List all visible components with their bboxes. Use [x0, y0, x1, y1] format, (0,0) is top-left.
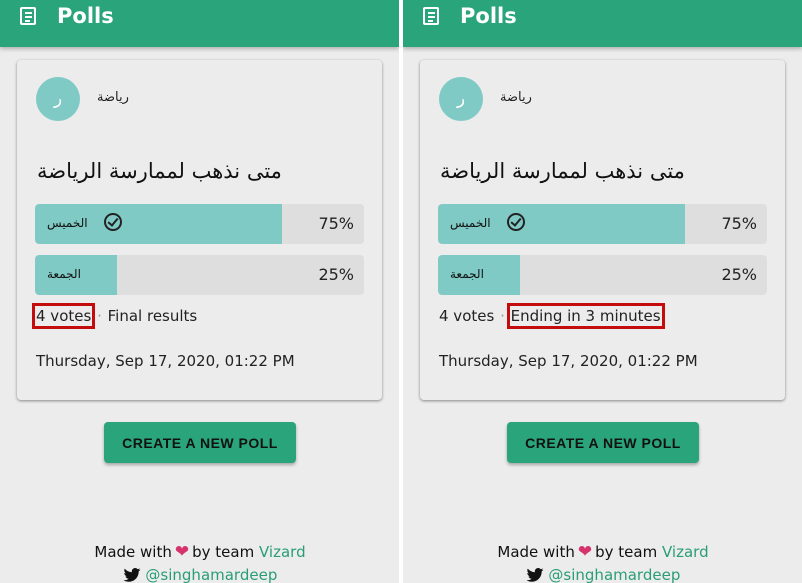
poll-timestamp: Thursday, Sep 17, 2020, 01:22 PM [439, 352, 698, 370]
poll-option-label: الجمعة [47, 267, 81, 281]
vote-count: 4 votes [439, 307, 495, 325]
avatar: ر [36, 77, 80, 121]
twitter-line: @singhamardeep [0, 566, 399, 583]
poll-screen-left: Polls ر رياضة متى نذهب لممارسة الرياضة ا… [0, 0, 399, 583]
team-link[interactable]: Vizard [259, 543, 306, 561]
poll-meta: 4 votes · Ending in 3 minutes [439, 303, 665, 329]
heart-icon: ❤ [174, 542, 190, 562]
poll-option-percent: 25% [318, 265, 354, 284]
poll-card: ر رياضة متى نذهب لممارسة الرياضة الخميس … [420, 60, 785, 400]
poll-option-percent: 75% [721, 214, 757, 233]
twitter-handle-link[interactable]: @singhamardeep [145, 566, 277, 583]
poll-option-percent: 75% [318, 214, 354, 233]
create-poll-button[interactable]: CREATE A NEW POLL [507, 422, 699, 463]
poll-meta: 4 votes · Final results [31, 303, 198, 329]
poll-option-label: الجمعة [450, 267, 484, 281]
check-circle-icon [104, 213, 122, 231]
poll-timestamp: Thursday, Sep 17, 2020, 01:22 PM [36, 352, 295, 370]
by-team-text: by team [192, 543, 255, 561]
footer: Made with ❤ by team Vizard @singhamardeep [403, 542, 802, 583]
poll-option[interactable]: الجمعة 25% [438, 255, 767, 295]
poll-status: Final results [107, 307, 198, 325]
poll-option-label: الخميس [450, 216, 491, 230]
avatar: ر [439, 77, 483, 121]
team-link[interactable]: Vizard [662, 543, 709, 561]
poll-option[interactable]: الخميس 75% [438, 204, 767, 244]
app-title: Polls [57, 4, 114, 28]
poll-screen-right: Polls ر رياضة متى نذهب لممارسة الرياضة ا… [403, 0, 802, 583]
poll-option[interactable]: الجمعة 25% [35, 255, 364, 295]
heart-icon: ❤ [577, 542, 593, 562]
poll-option-label: الخميس [47, 216, 88, 230]
made-with-text: Made with [94, 543, 172, 561]
poll-author: رياضة [500, 90, 532, 105]
app-bar: Polls [0, 0, 399, 47]
vote-count: 4 votes [31, 303, 96, 329]
poll-status: Ending in 3 minutes [506, 303, 665, 329]
poll-option-percent: 25% [721, 265, 757, 284]
footer: Made with ❤ by team Vizard @singhamardeep [0, 542, 399, 583]
app-title: Polls [460, 4, 517, 28]
check-circle-icon [507, 213, 525, 231]
poll-list-icon [423, 7, 439, 25]
by-team-text: by team [595, 543, 658, 561]
twitter-handle-link[interactable]: @singhamardeep [548, 566, 680, 583]
poll-author: رياضة [97, 90, 129, 105]
made-with-text: Made with [497, 543, 575, 561]
poll-question: متى نذهب لممارسة الرياضة [440, 159, 685, 183]
twitter-line: @singhamardeep [403, 566, 802, 583]
twitter-icon [526, 568, 544, 582]
poll-list-icon [20, 7, 36, 25]
poll-card: ر رياضة متى نذهب لممارسة الرياضة الخميس … [17, 60, 382, 400]
meta-separator: · [500, 307, 505, 325]
meta-separator: · [97, 307, 102, 325]
poll-question: متى نذهب لممارسة الرياضة [37, 159, 282, 183]
twitter-icon [123, 568, 141, 582]
create-poll-button[interactable]: CREATE A NEW POLL [104, 422, 296, 463]
app-bar: Polls [403, 0, 802, 47]
poll-option[interactable]: الخميس 75% [35, 204, 364, 244]
